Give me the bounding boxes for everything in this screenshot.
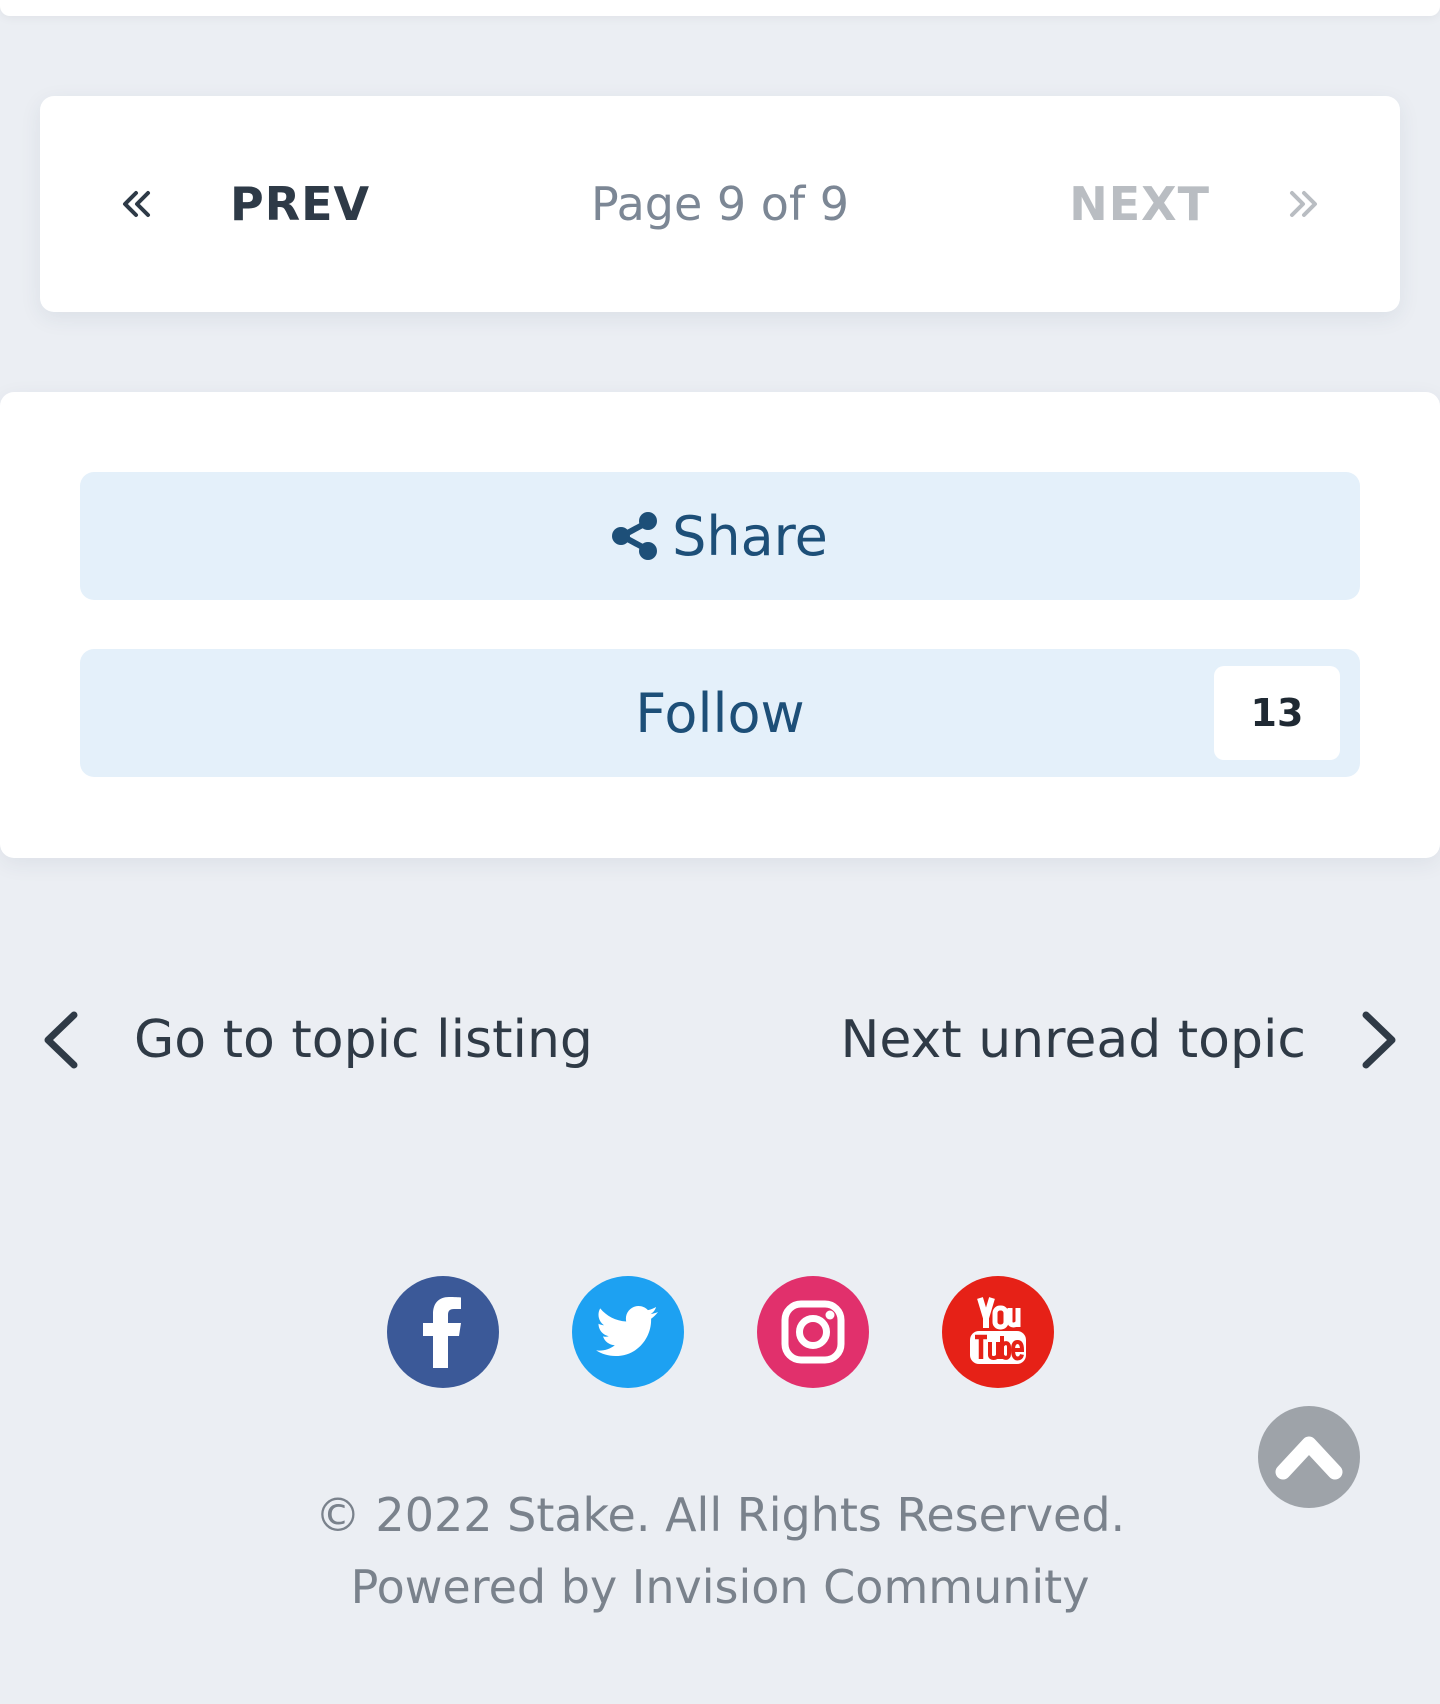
previous-card-edge bbox=[0, 0, 1440, 16]
social-links bbox=[0, 1276, 1440, 1388]
powered-by-link[interactable]: Powered by Invision Community bbox=[351, 1560, 1090, 1614]
follow-label: Follow bbox=[635, 681, 805, 745]
chevron-right-icon bbox=[1362, 1011, 1396, 1069]
facebook-icon bbox=[386, 1276, 499, 1388]
instagram-link[interactable] bbox=[756, 1276, 869, 1388]
next-page-button: NEXT bbox=[1069, 166, 1320, 242]
share-label: Share bbox=[672, 504, 828, 568]
twitter-icon bbox=[571, 1276, 684, 1388]
double-chevron-right-icon bbox=[1290, 191, 1317, 217]
pagination-bar: PREV Page 9 of 9 NEXT bbox=[40, 96, 1400, 312]
chevron-up-icon bbox=[1275, 1436, 1343, 1480]
youtube-icon bbox=[941, 1276, 1054, 1388]
share-icon bbox=[612, 512, 658, 560]
copyright-text: © 2022 Stake. All Rights Reserved. bbox=[314, 1488, 1126, 1542]
topic-listing-label: Go to topic listing bbox=[134, 1010, 593, 1070]
twitter-link[interactable] bbox=[571, 1276, 684, 1388]
chevron-left-icon bbox=[44, 1011, 78, 1069]
facebook-link[interactable] bbox=[386, 1276, 499, 1388]
topic-actions-panel: Share Follow 13 bbox=[0, 392, 1440, 858]
follower-count-badge: 13 bbox=[1214, 666, 1340, 760]
next-label: NEXT bbox=[1069, 177, 1210, 231]
instagram-icon bbox=[756, 1276, 869, 1388]
follow-button[interactable]: Follow 13 bbox=[80, 649, 1360, 777]
next-unread-topic-link[interactable]: Next unread topic bbox=[841, 1000, 1400, 1080]
youtube-link[interactable] bbox=[941, 1276, 1054, 1388]
powered-by-row: Powered by Invision Community bbox=[0, 1560, 1440, 1614]
go-to-topic-listing-link[interactable]: Go to topic listing bbox=[40, 1000, 593, 1080]
next-unread-label: Next unread topic bbox=[840, 1010, 1306, 1070]
share-button[interactable]: Share bbox=[80, 472, 1360, 600]
